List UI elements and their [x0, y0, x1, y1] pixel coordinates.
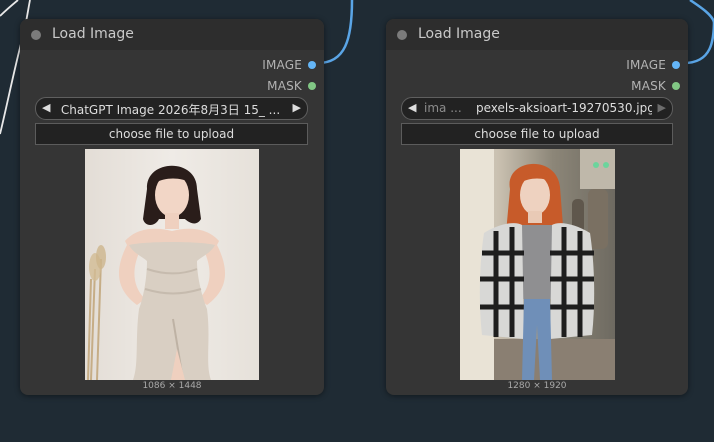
output-image-label: IMAGE [262, 58, 302, 72]
collapse-dot-icon[interactable] [31, 30, 41, 40]
portrait-photo-woman-plaid-shirt-icon [460, 149, 615, 380]
combo-name: ima ... [424, 101, 462, 115]
image-combo[interactable]: ◀ ChatGPT Image 2026年8月3日 15_ ... ▶ [35, 97, 308, 120]
combo-next-arrow-icon[interactable]: ▶ [293, 101, 301, 114]
combo-prev-arrow-icon[interactable]: ◀ [408, 101, 416, 114]
node-title: Load Image [418, 26, 500, 42]
load-image-node-2[interactable]: Load Image IMAGE MASK ◀ ima ... pexels-a… [386, 19, 688, 395]
image-combo[interactable]: ◀ ima ... pexels-aksioart-19270530.jpg ▶ [401, 97, 673, 120]
image-preview [460, 149, 615, 380]
upload-button[interactable]: choose file to upload [401, 123, 673, 145]
image-dimensions: 1086 × 1448 [142, 381, 202, 391]
combo-value: pexels-aksioart-19270530.jpg [476, 101, 652, 115]
node-title-bar[interactable]: Load Image [386, 19, 688, 50]
image-wire-2 [683, 19, 714, 65]
output-mask-label: MASK [631, 79, 666, 93]
output-image-slot[interactable]: IMAGE [262, 58, 316, 72]
output-image-slot[interactable]: IMAGE [626, 58, 680, 72]
load-image-node-1[interactable]: Load Image IMAGE MASK ◀ ChatGPT Image 20… [20, 19, 324, 395]
graph-canvas[interactable]: Load Image IMAGE MASK ◀ ChatGPT Image 20… [0, 0, 714, 442]
image-wire-2b [689, 0, 714, 23]
image-dimensions: 1280 × 1920 [507, 381, 567, 391]
output-mask-label: MASK [267, 79, 302, 93]
upload-button[interactable]: choose file to upload [35, 123, 308, 145]
image-slot-dot-icon[interactable] [672, 61, 680, 69]
mask-slot-dot-icon[interactable] [308, 82, 316, 90]
other-wire-2 [0, 0, 19, 17]
combo-value: ChatGPT Image 2026年8月3日 15_ ... [60, 103, 281, 117]
output-mask-slot[interactable]: MASK [631, 79, 680, 93]
combo-next-arrow-icon[interactable]: ▶ [658, 101, 666, 114]
node-title-bar[interactable]: Load Image [20, 19, 324, 50]
image-preview [85, 149, 259, 380]
output-image-label: IMAGE [626, 58, 666, 72]
mask-slot-dot-icon[interactable] [672, 82, 680, 90]
output-mask-slot[interactable]: MASK [267, 79, 316, 93]
combo-prev-arrow-icon[interactable]: ◀ [42, 101, 50, 114]
node-title: Load Image [52, 26, 134, 42]
image-slot-dot-icon[interactable] [308, 61, 316, 69]
collapse-dot-icon[interactable] [397, 30, 407, 40]
portrait-photo-woman-white-dress-icon [85, 149, 259, 380]
